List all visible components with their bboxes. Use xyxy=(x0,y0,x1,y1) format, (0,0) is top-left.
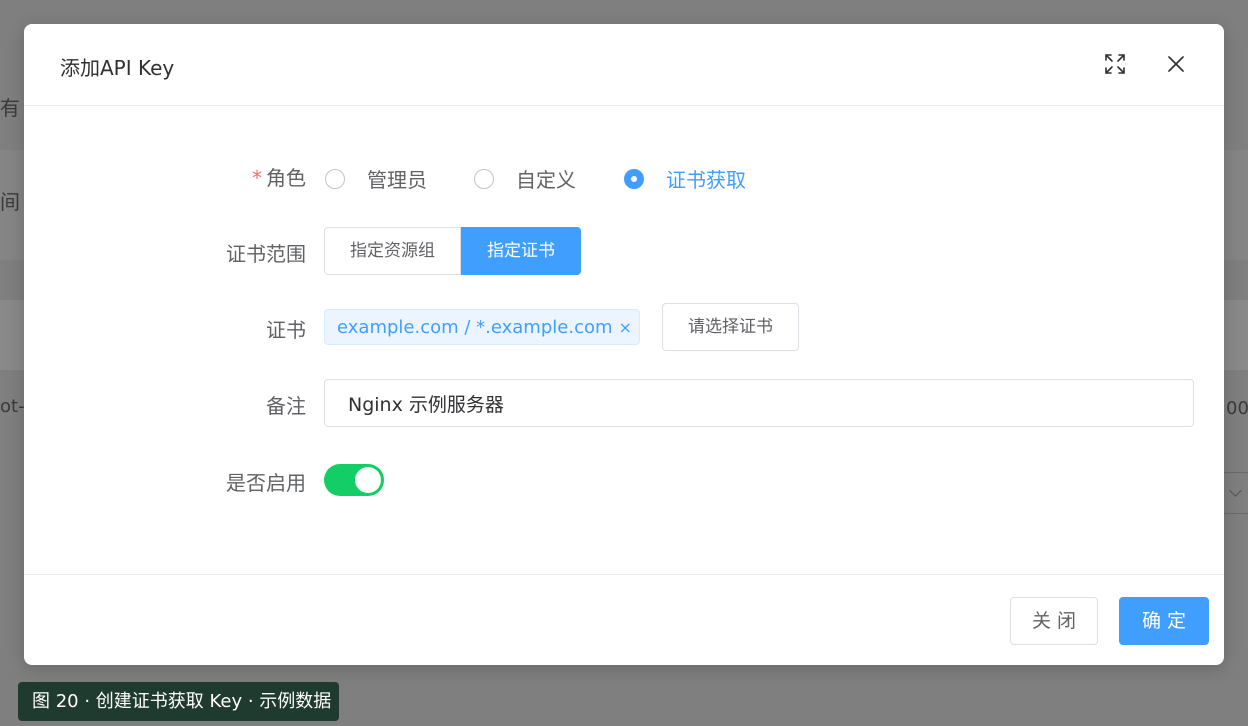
role-radio-admin[interactable]: 管理员 xyxy=(325,164,427,193)
certificate-tag: example.com / *.example.com × xyxy=(324,309,640,345)
background-text: 有 xyxy=(0,96,20,120)
role-label-text: 角色 xyxy=(266,166,306,190)
scope-certificate-button[interactable]: 指定证书 xyxy=(461,227,581,275)
dialog-title: 添加API Key xyxy=(60,56,175,80)
close-icon[interactable] xyxy=(1164,52,1188,76)
confirm-button[interactable]: 确定 xyxy=(1119,597,1209,645)
required-mark: * xyxy=(252,166,262,190)
radio-circle xyxy=(325,168,345,189)
dialog-footer: 关闭 确定 xyxy=(24,574,1224,665)
role-radio-custom[interactable]: 自定义 xyxy=(474,164,576,193)
close-button[interactable]: 关闭 xyxy=(1010,597,1098,645)
radio-circle-checked xyxy=(624,168,644,189)
remark-input[interactable] xyxy=(324,379,1194,427)
enabled-row: 是否启用 xyxy=(24,464,1224,496)
certificate-label: 证书 xyxy=(266,318,306,342)
cert-scope-row: 证书范围 指定资源组 指定证书 xyxy=(24,227,1224,275)
remark-label: 备注 xyxy=(266,394,306,418)
scope-resource-group-button[interactable]: 指定资源组 xyxy=(324,227,461,275)
radio-label: 自定义 xyxy=(516,168,576,192)
cert-scope-segmented: 指定资源组 指定证书 xyxy=(324,227,581,275)
certificate-row: 证书 example.com / *.example.com × 请选择证书 xyxy=(24,303,1224,351)
enabled-label: 是否启用 xyxy=(226,471,306,495)
radio-circle xyxy=(474,168,494,189)
radio-label: 证书获取 xyxy=(666,168,746,192)
switch-knob xyxy=(355,467,381,493)
select-certificate-button[interactable]: 请选择证书 xyxy=(662,303,799,351)
role-radio-cert-fetch[interactable]: 证书获取 xyxy=(624,164,746,193)
tag-close-icon[interactable]: × xyxy=(619,318,632,337)
background-text: 间 xyxy=(0,190,20,214)
role-label: * 角色 xyxy=(252,162,306,191)
figure-caption: 图 20 · 创建证书获取 Key · 示例数据 xyxy=(18,682,339,721)
remark-row: 备注 xyxy=(24,379,1224,427)
background-select xyxy=(1222,472,1248,514)
dialog-header: 添加API Key xyxy=(24,24,1224,106)
radio-label: 管理员 xyxy=(367,168,427,192)
fullscreen-icon[interactable] xyxy=(1103,52,1127,76)
enabled-switch[interactable] xyxy=(324,464,384,496)
certificate-tag-text: example.com / *.example.com xyxy=(337,316,613,338)
add-api-key-dialog: 添加API Key * 角色 管理员 自定义 证书获取 证书范围 指定资源组 指… xyxy=(24,24,1224,665)
role-row: * 角色 管理员 自定义 证书获取 xyxy=(24,164,1224,194)
cert-scope-label: 证书范围 xyxy=(226,242,306,266)
background-text: 00 xyxy=(1226,398,1248,419)
